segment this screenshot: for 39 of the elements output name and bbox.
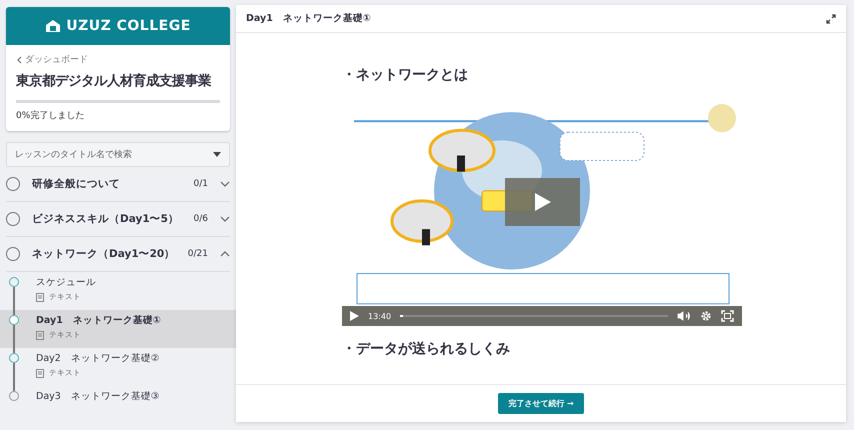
lesson-item[interactable]: Day3 ネットワーク基礎③ (0, 386, 236, 424)
lesson-count: 0/6 (194, 214, 208, 224)
school-building-icon (45, 19, 62, 33)
lesson-count: 0/21 (188, 249, 208, 259)
lesson-search-field[interactable]: レッスンのタイトル名で検索 (6, 142, 230, 167)
document-icon (36, 330, 44, 340)
status-circle-icon (6, 212, 20, 226)
section-header[interactable]: 研修全般について 0/1 (6, 167, 230, 202)
lesson-count: 0/1 (194, 179, 208, 189)
fullscreen-icon[interactable] (721, 310, 734, 322)
document-icon (36, 368, 44, 378)
video-time: 13:40 (368, 312, 392, 320)
chevron-down-icon (220, 181, 230, 187)
lesson-title: Day2 ネットワーク基礎② (36, 352, 160, 365)
settings-icon[interactable] (700, 310, 712, 322)
volume-icon[interactable] (677, 311, 691, 321)
chevron-up-icon (220, 251, 230, 257)
expand-icon[interactable] (826, 14, 836, 24)
section-heading: ・ネットワークとは (342, 66, 469, 84)
dropdown-caret-icon (213, 152, 221, 157)
complete-continue-button[interactable]: 完了させて続行 → (498, 393, 584, 414)
lesson-header-title: Day1 ネットワーク基礎① (246, 12, 371, 25)
play-icon[interactable] (350, 311, 359, 321)
progress-label: 0%完了しました (16, 110, 86, 122)
back-link[interactable]: ダッシュボード (16, 53, 220, 66)
chevron-left-icon (16, 56, 22, 64)
status-circle-icon (6, 177, 20, 191)
document-icon (36, 292, 44, 302)
logo-text: UZUZ COLLEGE (66, 18, 191, 34)
course-title: 東京都デジタル人材育成支援事業 (16, 72, 212, 91)
chevron-down-icon (220, 216, 230, 222)
status-circle-icon (6, 247, 20, 261)
lesson-title: スケジュール (36, 276, 96, 289)
lesson-title: Day1 ネットワーク基礎① (36, 314, 161, 327)
play-overlay-button[interactable] (505, 178, 580, 226)
section-header[interactable]: ビジネススキル（Day1〜5） 0/6 (6, 202, 230, 237)
section-heading: ・データが送られるしくみ (342, 340, 511, 358)
section-header[interactable]: ネットワーク（Day1〜20） 0/21 (6, 237, 230, 272)
lesson-title: Day3 ネットワーク基礎③ (36, 390, 160, 403)
